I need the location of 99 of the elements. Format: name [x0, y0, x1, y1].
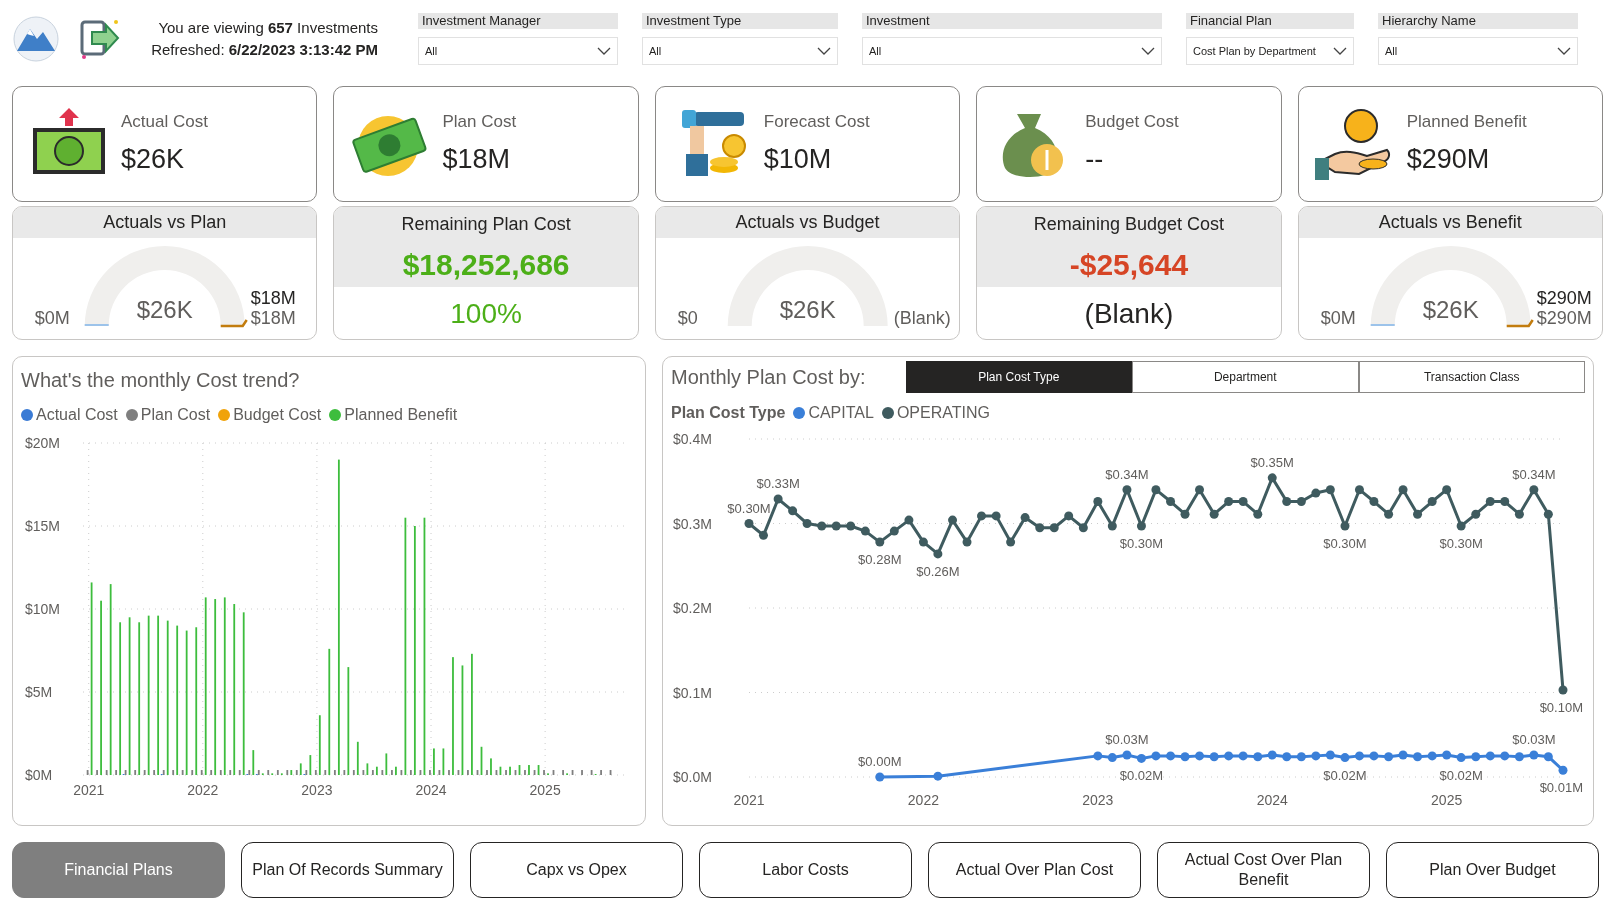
gauge-min-label: $0M — [1320, 308, 1356, 328]
data-label: $0.30M — [1119, 536, 1164, 552]
data-label: $0.33M — [756, 476, 800, 491]
kpi-title: Forecast Cost — [763, 111, 870, 133]
axis-label: 2022 — [187, 782, 219, 798]
page-nav-button[interactable]: Actual Over Plan Cost — [928, 842, 1141, 898]
remaining-title: Remaining Plan Cost — [400, 213, 572, 236]
data-label: $0.02M — [1323, 767, 1367, 783]
gauge-min-label: $0 — [677, 308, 698, 328]
axis-label: 2022 — [907, 792, 939, 808]
filter-label: Financial Plan — [1186, 13, 1354, 29]
filter-dropdown[interactable]: Cost Plan by Department — [1186, 37, 1354, 65]
axis-label: 2023 — [1082, 792, 1114, 808]
gauge-max-label: (Blank) — [893, 308, 951, 328]
kpi-title: Budget Cost — [1085, 111, 1179, 133]
remaining-detail: 100% — [449, 297, 523, 331]
gauge-value: $26K — [136, 296, 193, 323]
chart-title: What's the monthly Cost trend? — [21, 368, 301, 393]
axis-label: $20M — [25, 435, 61, 451]
axis-label: $0.0M — [673, 769, 712, 785]
axis-label: $0.1M — [673, 684, 712, 701]
remaining-detail: (Blank) — [1083, 297, 1175, 331]
toggle-tab[interactable]: Department — [1132, 361, 1359, 393]
kpi-title: Planned Benefit — [1406, 111, 1527, 133]
data-label: $0.26M — [916, 563, 960, 579]
gauge-min-label: $0M — [34, 308, 70, 328]
axis-label: $10M — [25, 601, 61, 617]
page-nav-button[interactable]: Financial Plans — [12, 842, 225, 898]
gauge-title: Actuals vs Benefit — [1298, 207, 1603, 238]
investment-count-text: You are viewing 657 Investments — [157, 18, 378, 38]
filter-dropdown[interactable]: All — [642, 37, 838, 65]
gauge-max-label: $290M — [1536, 308, 1592, 328]
axis-label: 2023 — [301, 782, 333, 798]
filter-dropdown[interactable]: All — [862, 37, 1162, 65]
filter-dropdown[interactable]: All — [1378, 37, 1578, 65]
filter-label: Hierarchy Name — [1378, 13, 1578, 29]
data-label: $0.30M — [1439, 536, 1483, 552]
filter-label: Investment Manager — [418, 13, 618, 29]
data-label: $0.01M — [1539, 780, 1583, 796]
refresh-time-text: Refreshed: 6/22/2023 3:13:42 PM — [150, 40, 378, 60]
gauge-target-label: $18M — [250, 288, 296, 308]
axis-label: 2024 — [1256, 792, 1288, 808]
legend-item: CAPITAL — [793, 401, 874, 425]
axis-label: $0.4M — [673, 431, 712, 447]
axis-label: 2025 — [529, 782, 561, 798]
kpi-title: Plan Cost — [442, 111, 517, 133]
legend-item: Plan Cost — [125, 403, 211, 427]
axis-label: $5M — [25, 684, 53, 700]
data-label: $0.10M — [1539, 699, 1583, 715]
gauge-title: Actuals vs Plan — [13, 207, 317, 238]
data-label: $0.00M — [858, 754, 902, 769]
gauge-max-label: $18M — [250, 308, 296, 328]
legend-title: Plan Cost Type — [671, 403, 786, 423]
data-label: $0.03M — [1512, 732, 1556, 748]
axis-label: 2021 — [733, 792, 765, 808]
axis-label: $0M — [25, 767, 53, 783]
filter-dropdown[interactable]: All — [418, 37, 618, 65]
gauge-value: $26K — [779, 296, 836, 323]
page-nav-button[interactable]: Labor Costs — [699, 842, 912, 898]
toggle-tab[interactable]: Transaction Class — [1358, 361, 1585, 393]
kpi-title: Actual Cost — [121, 111, 208, 133]
page-nav-button[interactable]: Plan Over Budget — [1386, 842, 1599, 898]
data-label: $0.34M — [1512, 466, 1556, 482]
axis-label: $0.3M — [673, 515, 712, 532]
gauge-target-label: $290M — [1536, 288, 1592, 308]
chart-title: Monthly Plan Cost by: — [671, 365, 866, 390]
axis-label: 2024 — [415, 782, 447, 798]
legend-item: Planned Benefit — [329, 403, 458, 427]
filter-label: Investment — [862, 13, 1162, 29]
axis-label: $0.2M — [673, 600, 712, 616]
axis-label: $15M — [25, 518, 61, 534]
data-label: $0.35M — [1250, 454, 1294, 470]
gauge-value: $26K — [1422, 296, 1479, 323]
kpi-value: $26K — [121, 142, 186, 176]
page-nav-button[interactable]: Plan Of Records Summary — [241, 842, 454, 898]
axis-label: 2021 — [73, 782, 105, 798]
kpi-value: $10M — [763, 142, 833, 176]
legend-item: Budget Cost — [218, 403, 322, 427]
kpi-value: -- — [1085, 142, 1105, 176]
axis-label: 2025 — [1431, 792, 1463, 808]
data-label: $0.30M — [1323, 536, 1367, 552]
remaining-amount: $18,252,686 — [401, 247, 571, 283]
legend-item: Actual Cost — [21, 403, 118, 427]
remaining-title: Remaining Budget Cost — [1032, 213, 1225, 236]
data-label: $0.02M — [1439, 767, 1483, 783]
remaining-amount: -$25,644 — [1068, 247, 1190, 283]
data-label: $0.02M — [1119, 768, 1164, 784]
kpi-value: $18M — [442, 142, 511, 176]
data-label: $0.28M — [858, 552, 902, 568]
legend-item: OPERATING — [881, 401, 990, 425]
toggle-tab[interactable]: Plan Cost Type — [905, 361, 1132, 393]
data-label: $0.34M — [1105, 466, 1149, 482]
kpi-value: $290M — [1406, 142, 1491, 176]
filter-label: Investment Type — [642, 13, 838, 29]
data-label: $0.03M — [1105, 732, 1149, 748]
page-nav-button[interactable]: Capx vs Opex — [470, 842, 683, 898]
page-nav-button[interactable]: Actual Cost Over Plan Benefit — [1157, 842, 1370, 898]
data-label: $0.30M — [727, 500, 771, 516]
gauge-title: Actuals vs Budget — [655, 207, 960, 238]
